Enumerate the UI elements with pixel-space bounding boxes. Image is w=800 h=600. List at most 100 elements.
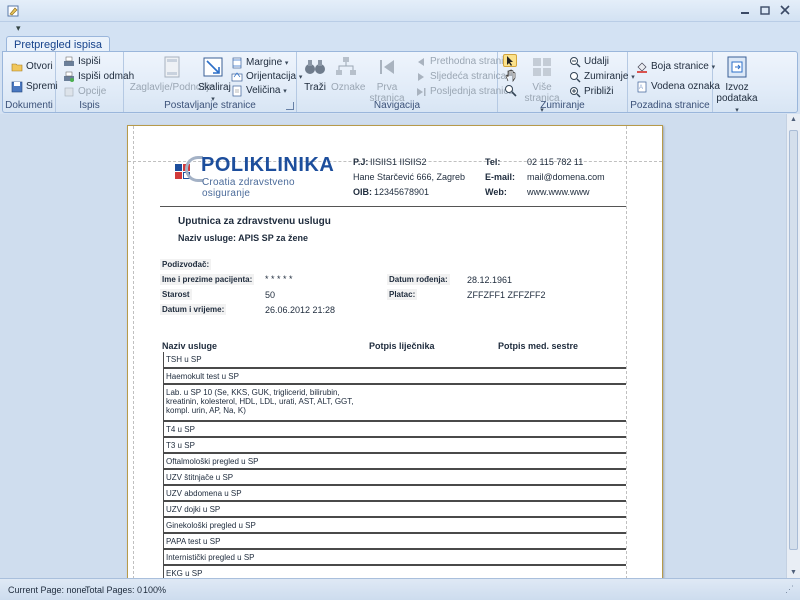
scale-icon — [203, 57, 223, 77]
orientation-dropdown[interactable]: Orijentacija ▾ — [231, 70, 302, 84]
svg-text:A: A — [639, 85, 643, 91]
group-label-documents: Dokumenti — [5, 100, 53, 111]
export-data-button[interactable]: Izvoz podataka ▾ — [715, 54, 759, 116]
document-title: Uputnica za zdravstvenu uslugu — [178, 216, 331, 227]
open-label: Otvori — [26, 61, 53, 72]
scale-button[interactable]: Skaliraj ▾ — [198, 54, 231, 105]
scale-label: Skaliraj — [198, 82, 231, 93]
folder-open-icon — [11, 63, 23, 72]
column-header-nurse-signature: Potpis med. sestre — [498, 341, 579, 351]
zoom-in-button[interactable]: Približi — [569, 85, 613, 99]
group-navigation: Traži Oznake Prva stranica Prethodna str… — [297, 52, 514, 112]
options-label: Opcije — [78, 86, 107, 97]
first-page-button[interactable]: Prva stranica — [363, 54, 411, 104]
status-bar: Current Page: none Total Pages: 0 100% ⋰ — [0, 578, 800, 600]
resize-grip-icon[interactable]: ⋰ — [785, 584, 794, 595]
page-size-icon — [232, 85, 242, 97]
zoom-dropdown[interactable]: Zumiranje ▾ — [569, 70, 635, 84]
header-footer-icon — [164, 56, 180, 78]
pointer-tool-button[interactable] — [503, 54, 517, 67]
dob-label: Datum rođenja: — [387, 274, 450, 285]
margin-line-left — [133, 126, 134, 578]
options-icon — [64, 87, 74, 97]
close-button[interactable] — [777, 4, 793, 17]
scrollbar-thumb[interactable] — [789, 130, 798, 550]
document-page: POLIKLINIKA Croatia zdravstveno osiguran… — [127, 125, 663, 578]
find-button[interactable]: Traži — [301, 54, 329, 93]
group-print: Ispiši Ispiši odmah Opcije Ispis — [56, 52, 134, 112]
header-divider — [160, 206, 626, 207]
table-row: Haemokult test u SP — [163, 369, 626, 385]
last-page-icon — [417, 88, 426, 96]
page-setup-dialog-launcher[interactable] — [286, 102, 294, 110]
find-label: Traži — [304, 82, 326, 93]
subcontractor-label: Podizvođač: — [160, 259, 212, 270]
group-label-page-background: Pozadina stranice — [630, 100, 710, 111]
current-page-status: Current Page: none — [8, 585, 87, 595]
group-export: Izvoz podataka ▾ — [713, 52, 761, 114]
watermark-icon: A — [637, 81, 647, 93]
bookmarks-button[interactable]: Oznake — [331, 54, 365, 93]
quick-access-dropdown[interactable]: ▾ — [16, 23, 21, 34]
hand-icon — [505, 69, 516, 83]
group-zoom: Više stranica ▾ Udalji Zumiranje ▾ Pribli… — [498, 52, 635, 114]
patient-name-label: Ime i prezime pacijenta: — [160, 274, 255, 285]
print-button[interactable]: Ispiši — [63, 55, 101, 69]
tel-label: Tel: — [485, 157, 501, 167]
magnifier-tool-button[interactable] — [504, 84, 517, 97]
maximize-button[interactable] — [757, 4, 773, 17]
quick-print-icon — [64, 71, 74, 82]
column-header-service: Naziv usluge — [162, 341, 218, 351]
title-bar — [0, 0, 800, 22]
open-button[interactable]: Otvori — [11, 60, 53, 74]
pj-value: IISIIS1 IISIIS2 — [370, 157, 427, 167]
zoom-label: Zumiranje — [584, 71, 629, 82]
table-row: UZV abdomena u SP — [163, 486, 626, 502]
zoom-out-button[interactable]: Udalji — [569, 55, 609, 69]
zoom-out-icon — [570, 57, 581, 68]
printer-icon — [64, 56, 74, 66]
next-page-button[interactable]: Sljedeća stranica — [415, 70, 506, 84]
size-dropdown[interactable]: Veličina ▾ — [231, 84, 287, 98]
table-row: Internistički pregled u SP — [163, 550, 626, 566]
vertical-scrollbar[interactable]: ▲ ▼ — [786, 114, 800, 578]
watermark-button[interactable]: A Vodena oznaka — [636, 80, 720, 94]
zoom-status: 100% — [143, 585, 167, 595]
group-label-print: Ispis — [79, 100, 100, 111]
logo-subtitle: Croatia zdravstveno osiguranje — [202, 177, 295, 199]
clinic-address: Hane Starčević 666, Zagreb — [353, 172, 466, 182]
table-row: T4 u SP — [163, 422, 626, 438]
size-label: Veličina — [246, 85, 281, 96]
preview-area[interactable]: POLIKLINIKA Croatia zdravstveno osiguran… — [0, 114, 786, 578]
group-label-navigation: Navigacija — [373, 100, 421, 111]
tel-value: 02 115 782 11 — [527, 157, 584, 167]
table-row: UZV dojki u SP — [163, 502, 626, 518]
age-value: 50 — [265, 290, 276, 300]
dob-value: 28.12.1961 — [467, 275, 513, 285]
web-value: www.www.www — [527, 187, 590, 197]
margins-label: Margine — [246, 57, 283, 68]
scroll-up-arrow-icon[interactable]: ▲ — [790, 116, 797, 123]
oib-value: 12345678901 — [374, 187, 430, 197]
save-button[interactable]: Spremi — [11, 80, 58, 94]
arrow-cursor-icon — [507, 56, 513, 66]
zoom-in-label: Približi — [584, 86, 614, 97]
orientation-label: Orijentacija — [246, 71, 297, 82]
page-color-dropdown[interactable]: Boja stranice ▾ — [636, 60, 715, 74]
margins-dropdown[interactable]: Margine ▾ — [231, 56, 288, 70]
datetime-label: Datum i vrijeme: — [160, 304, 227, 315]
first-page-icon — [380, 60, 394, 74]
bookmarks-label: Oznake — [331, 82, 366, 93]
bookmarks-icon — [336, 57, 356, 75]
save-icon — [11, 81, 23, 93]
minimize-button[interactable] — [737, 4, 753, 17]
app-icon — [7, 5, 19, 17]
scroll-down-arrow-icon[interactable]: ▼ — [790, 569, 797, 576]
hand-tool-button[interactable] — [504, 69, 517, 83]
group-label-page-setup: Postavljanje stranice — [164, 100, 256, 111]
magnifier-icon — [505, 85, 517, 97]
payer-label: Platac: — [387, 289, 418, 300]
options-button[interactable]: Opcije — [63, 85, 106, 99]
datetime-value: 26.06.2012 21:28 — [265, 305, 336, 315]
next-page-label: Sljedeća stranica — [430, 71, 507, 82]
